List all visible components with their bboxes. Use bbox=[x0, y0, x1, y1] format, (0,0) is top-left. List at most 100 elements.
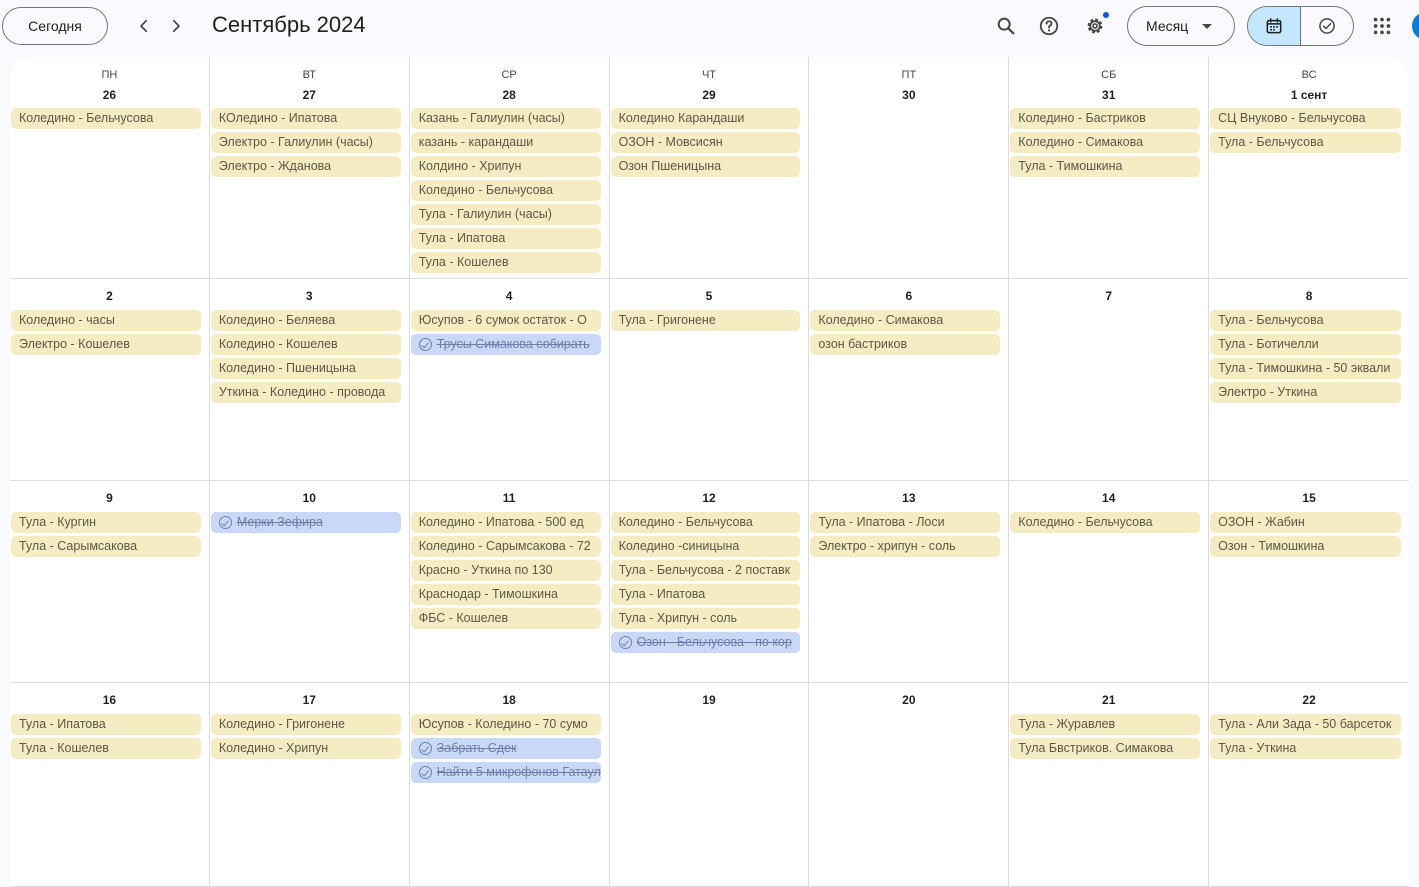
day-number[interactable]: 3 bbox=[210, 288, 409, 304]
day-number[interactable]: 17 bbox=[210, 692, 409, 708]
event-chip[interactable]: Тула - Сарымсакова bbox=[11, 536, 201, 557]
event-chip[interactable]: Казань - Галиулин (часы) bbox=[410, 108, 601, 129]
event-chip[interactable]: Тула - Бельчусова bbox=[1210, 132, 1401, 153]
event-chip[interactable]: Тула - Уткина bbox=[1210, 738, 1401, 759]
day-cell[interactable]: 13 Тула - Ипатова - Лоси Электро - хрипун … bbox=[809, 481, 1010, 683]
task-chip[interactable]: Забрать Сдек bbox=[410, 738, 601, 759]
day-cell[interactable]: 16 Тула - Ипатова Тула - Кошелев bbox=[10, 683, 210, 887]
event-chip[interactable]: Коледино - Бельчусова bbox=[410, 180, 601, 201]
event-chip[interactable]: Коледино - Сарымсакова - 72 bbox=[410, 536, 601, 557]
event-chip[interactable]: Коледино - часы bbox=[11, 310, 201, 331]
day-cell[interactable]: 11 Коледино - Ипатова - 500 ед Коледино - … bbox=[409, 481, 610, 683]
event-chip[interactable]: Коледино Карандаши bbox=[610, 108, 801, 129]
day-cell[interactable]: ЧТ 29 Коледино Карандаши ОЗОН - Мовсисян Озо… bbox=[609, 57, 810, 279]
event-chip[interactable]: Юсупов - Коледино - 70 сумо bbox=[410, 714, 601, 735]
event-chip[interactable]: Тула - Григонене bbox=[610, 310, 801, 331]
event-chip[interactable]: Краснодар - Тимошкина bbox=[410, 584, 601, 605]
event-chip[interactable]: СЦ Внуково - Бельчусова bbox=[1210, 108, 1401, 129]
day-cell[interactable]: 5 Тула - Григонене bbox=[609, 279, 810, 481]
event-chip[interactable]: Коледино - Беляева bbox=[210, 310, 401, 331]
event-chip[interactable]: Коледино - Пшеницына bbox=[210, 358, 401, 379]
event-chip[interactable]: Тула Бвстриков. Симакова bbox=[1010, 738, 1201, 759]
event-chip[interactable]: ОЗОН - Мовсисян bbox=[610, 132, 801, 153]
day-number[interactable]: 15 bbox=[1209, 490, 1409, 506]
day-number[interactable]: 14 bbox=[1009, 490, 1208, 506]
event-chip[interactable]: ОЗОН - Жабин bbox=[1210, 512, 1401, 533]
event-chip[interactable]: Тула - Хрипун - соль bbox=[610, 608, 801, 629]
event-chip[interactable]: Тула - Ипатова bbox=[610, 584, 801, 605]
day-cell[interactable]: 6 Коледино - Симакова озон бастриков bbox=[809, 279, 1010, 481]
event-chip[interactable]: Электро - хрипун - соль bbox=[810, 536, 1001, 557]
event-chip[interactable]: Озон Пшеницына bbox=[610, 156, 801, 177]
day-cell[interactable]: 21 Тула - Журавлев Тула Бвстриков. Симаков… bbox=[1009, 683, 1210, 887]
day-number[interactable]: 2 bbox=[10, 288, 209, 304]
day-number[interactable]: 9 bbox=[10, 490, 209, 506]
day-number[interactable]: 4 bbox=[410, 288, 609, 304]
event-chip[interactable]: ФБС - Кошелев bbox=[410, 608, 601, 629]
event-chip[interactable]: Тула - Ипатова bbox=[11, 714, 201, 735]
day-number[interactable]: 26 bbox=[10, 87, 209, 103]
day-cell[interactable]: ВС 1 сент СЦ Внуково - Бельчусова Тула - Бе… bbox=[1209, 57, 1409, 279]
tasks-view-button[interactable] bbox=[1300, 7, 1353, 45]
day-cell[interactable]: 19 bbox=[609, 683, 810, 887]
event-chip[interactable]: Электро - Уткина bbox=[1210, 382, 1401, 403]
event-chip[interactable]: Тула - Бельчусова - 2 поставк bbox=[610, 560, 801, 581]
day-cell[interactable]: 10 Мерки Зефира bbox=[209, 481, 410, 683]
event-chip[interactable]: Красно - Уткина по 130 bbox=[410, 560, 601, 581]
event-chip[interactable]: Коледино - Григонене bbox=[210, 714, 401, 735]
task-chip[interactable]: Найти 5 микрофонов Гатаул bbox=[410, 762, 601, 783]
event-chip[interactable]: озон бастриков bbox=[810, 334, 1001, 355]
view-select[interactable]: Месяц bbox=[1127, 6, 1235, 46]
day-cell[interactable]: ВТ 27 КОледино - Ипатова Электро - Галиулин… bbox=[209, 57, 410, 279]
help-button[interactable] bbox=[1031, 8, 1067, 44]
day-number[interactable]: 8 bbox=[1209, 288, 1409, 304]
day-cell[interactable]: 7 bbox=[1009, 279, 1210, 481]
event-chip[interactable]: Тула - Тимошкина bbox=[1010, 156, 1201, 177]
day-number[interactable]: 7 bbox=[1009, 288, 1208, 304]
event-chip[interactable]: Тула - Кошелев bbox=[11, 738, 201, 759]
event-chip[interactable]: Электро - Жданова bbox=[210, 156, 401, 177]
event-chip[interactable]: Тула - Бельчусова bbox=[1210, 310, 1401, 331]
day-cell[interactable]: 4 Юсупов - 6 сумок остаток - О Трусы Симак… bbox=[409, 279, 610, 481]
task-chip[interactable]: Мерки Зефира bbox=[210, 512, 401, 533]
event-chip[interactable]: Коледино -синицына bbox=[610, 536, 801, 557]
event-chip[interactable]: Юсупов - 6 сумок остаток - О bbox=[410, 310, 601, 331]
day-number[interactable]: 12 bbox=[610, 490, 809, 506]
event-chip[interactable]: Коледино - Симакова bbox=[810, 310, 1001, 331]
event-chip[interactable]: Озон - Тимошкина bbox=[1210, 536, 1401, 557]
event-chip[interactable]: Электро - Галиулин (часы) bbox=[210, 132, 401, 153]
event-chip[interactable]: Колдино - Хрипун bbox=[410, 156, 601, 177]
day-number[interactable]: 1 сент bbox=[1209, 87, 1409, 103]
day-cell[interactable]: 14 Коледино - Бельчусова bbox=[1009, 481, 1210, 683]
day-cell[interactable]: ПТ 30 bbox=[809, 57, 1010, 279]
event-chip[interactable]: Коледино - Симакова bbox=[1010, 132, 1201, 153]
day-number[interactable]: 30 bbox=[809, 87, 1008, 103]
day-cell[interactable]: СР 28 Казань - Галиулин (часы) казань - кар… bbox=[409, 57, 610, 279]
day-number[interactable]: 10 bbox=[210, 490, 409, 506]
day-number[interactable]: 27 bbox=[210, 87, 409, 103]
day-cell[interactable]: 12 Коледино - Бельчусова Коледино -синицын… bbox=[609, 481, 810, 683]
event-chip[interactable]: Коледино - Бельчусова bbox=[11, 108, 201, 129]
event-chip[interactable]: казань - карандаши bbox=[410, 132, 601, 153]
day-number[interactable]: 18 bbox=[410, 692, 609, 708]
task-chip[interactable]: Озон - Бельчусова - по кор bbox=[610, 632, 801, 653]
event-chip[interactable]: Тула - Кошелев bbox=[410, 252, 601, 273]
event-chip[interactable]: КОледино - Ипатова bbox=[210, 108, 401, 129]
day-number[interactable]: 21 bbox=[1009, 692, 1208, 708]
previous-month-button[interactable] bbox=[128, 10, 160, 42]
day-cell[interactable]: 18 Юсупов - Коледино - 70 сумо Забрать Сде… bbox=[409, 683, 610, 887]
day-cell[interactable]: 22 Тула - Али Зада - 50 барсеток Тула - Ут… bbox=[1209, 683, 1409, 887]
today-button[interactable]: Сегодня bbox=[2, 7, 108, 45]
day-cell[interactable]: 8 Тула - Бельчусова Тула - Ботичелли Тула -… bbox=[1209, 279, 1409, 481]
next-month-button[interactable] bbox=[160, 10, 192, 42]
day-cell[interactable]: ПН 26 Коледино - Бельчусова bbox=[10, 57, 210, 279]
day-number[interactable]: 31 bbox=[1009, 87, 1208, 103]
day-number[interactable]: 13 bbox=[809, 490, 1008, 506]
event-chip[interactable]: Тула - Ипатова - Лоси bbox=[810, 512, 1001, 533]
task-chip[interactable]: Трусы Симакова собирать bbox=[410, 334, 601, 355]
day-number[interactable]: 20 bbox=[809, 692, 1008, 708]
day-number[interactable]: 16 bbox=[10, 692, 209, 708]
day-number[interactable]: 28 bbox=[410, 87, 609, 103]
avatar[interactable] bbox=[1412, 12, 1419, 40]
event-chip[interactable]: Коледино - Бастриков bbox=[1010, 108, 1201, 129]
